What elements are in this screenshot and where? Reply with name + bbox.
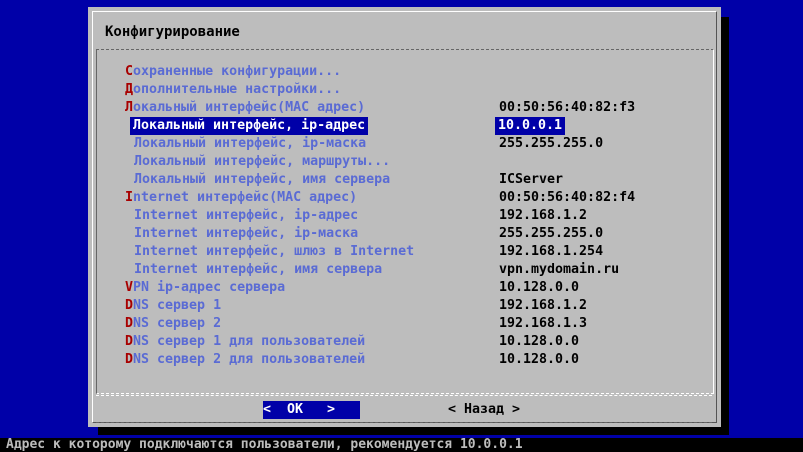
menu-item-text: Локальный интерфейс, ip-адрес [133, 118, 366, 133]
menu-item[interactable]: Internet интерфейс, имя сервера vpn.mydom… [125, 261, 695, 279]
menu-item-label: Локальный интерфейс, имя сервера [134, 171, 390, 189]
menu-item-text: PN ip-адрес сервера [133, 280, 286, 295]
menu-item-text: Internet интерфейс, ip-маска [134, 226, 359, 241]
menu-item-label: DNS сервер 1 для пользователей [125, 333, 365, 351]
menu-item-label: Дополнительные настройки... [125, 81, 341, 99]
menu-item-label: Сохраненные конфигурации... [125, 63, 341, 81]
menu-item-text: NS сервер 2 [133, 316, 222, 331]
menu-item-value: 10.128.0.0 [499, 280, 580, 295]
menu-item-text: Локальный интерфейс, имя сервера [134, 172, 391, 187]
menu-item-text: Internet интерфейс, ip-адрес [134, 208, 359, 223]
menu-item[interactable]: Дополнительные настройки... [125, 81, 695, 99]
menu-item-hotkey: D [125, 316, 134, 331]
menu-item-label: Internet интерфейс, имя сервера [134, 261, 382, 279]
back-button[interactable]: < Назад > [448, 401, 520, 419]
menu-item-text: NS сервер 1 [133, 298, 222, 313]
menu-item-label: DNS сервер 2 [125, 315, 221, 333]
dialog-title: Конфигурирование [105, 24, 240, 40]
menu-item-hotkey: D [125, 298, 134, 313]
menu-item-text: nternet интерфейс(MAC адрес) [133, 190, 358, 205]
menu-item-label: Internet интерфейс, ip-маска [134, 225, 358, 243]
menu-item-hotkey: С [125, 64, 134, 79]
menu-item-hotkey: I [125, 190, 134, 205]
menu-item[interactable]: Локальный интерфейс, имя сервера ICServer [125, 171, 695, 189]
status-bar: Адрес к которому подключаются пользовате… [0, 438, 803, 452]
menu-item-value: 255.255.255.0 [499, 136, 604, 151]
menu-item-text: ополнительные настройки... [133, 82, 342, 97]
menu-item-value: 192.168.1.3 [499, 316, 588, 331]
button-bar [96, 395, 712, 423]
menu-item-value: 192.168.1.2 [499, 208, 588, 223]
menu-item-label: DNS сервер 1 [125, 297, 221, 315]
menu-item-value: 10.0.0.1 [495, 117, 566, 135]
menu-item-label: Internet интерфейс, ip-адрес [134, 207, 358, 225]
menu-item-value: 192.168.1.254 [499, 244, 604, 259]
menu-item-text: Internet интерфейс, имя сервера [134, 262, 383, 277]
menu-item-label: Локальный интерфейс(MAC адрес) [125, 99, 365, 117]
menu-item-text: Локальный интерфейс, ip-маска [134, 136, 367, 151]
menu-item[interactable]: Internet интерфейс, шлюз в Internet 192.1… [125, 243, 695, 261]
config-dialog: Конфигурирование Сохраненные конфигураци… [88, 7, 721, 427]
menu-item-label: Internet интерфейс, шлюз в Internet [134, 243, 414, 261]
menu-item[interactable]: DNS сервер 1 для пользователей 10.128.0.0 [125, 333, 695, 351]
menu-item-value: 192.168.1.2 [499, 298, 588, 313]
menu-list: Сохраненные конфигурации... Дополнительны… [125, 63, 695, 369]
menu-item-label: VPN ip-адрес сервера [125, 279, 285, 297]
menu-item-value: 00:50:56:40:82:f4 [499, 190, 636, 205]
menu-item-label: Internet интерфейс(MAC адрес) [125, 189, 357, 207]
menu-item-hotkey: D [125, 352, 134, 367]
menu-item-label: Локальный интерфейс, ip-маска [134, 135, 366, 153]
menu-item[interactable]: Локальный интерфейс(MAC адрес) 00:50:56:4… [125, 99, 695, 117]
menu-item-text: окальный интерфейс(MAC адрес) [133, 100, 366, 115]
menu-item-label: DNS сервер 2 для пользователей [125, 351, 365, 369]
dialog-shadow-right [721, 17, 729, 435]
menu-item-value: ICServer [499, 172, 564, 187]
menu-item-hotkey: Л [125, 100, 134, 115]
menu-item-text: Локальный интерфейс, маршруты... [134, 154, 391, 169]
menu-item[interactable]: Internet интерфейс(MAC адрес) 00:50:56:40… [125, 189, 695, 207]
menu-item[interactable]: Локальный интерфейс, ip-маска 255.255.255… [125, 135, 695, 153]
menu-item-value: 00:50:56:40:82:f3 [499, 100, 636, 115]
menu-item-text: NS сервер 2 для пользователей [133, 352, 366, 367]
menu-item[interactable]: Internet интерфейс, ip-адрес 192.168.1.2 [125, 207, 695, 225]
menu-item[interactable]: VPN ip-адрес сервера 10.128.0.0 [125, 279, 695, 297]
menu-item-value: vpn.mydomain.ru [499, 262, 620, 277]
menu-item[interactable]: DNS сервер 2 для пользователей 10.128.0.0 [125, 351, 695, 369]
menu-item-hotkey: Д [125, 82, 134, 97]
menu-item-hotkey: V [125, 280, 134, 295]
ok-button[interactable]: < OK > [263, 401, 360, 419]
menu-item[interactable]: Internet интерфейс, ip-маска 255.255.255.… [125, 225, 695, 243]
menu-item[interactable]: DNS сервер 1 192.168.1.2 [125, 297, 695, 315]
menu-item-text: Internet интерфейс, шлюз в Internet [134, 244, 415, 259]
menu-item-hotkey: D [125, 334, 134, 349]
menu-item[interactable]: Локальный интерфейс, маршруты... [125, 153, 695, 171]
menu-item-label: Локальный интерфейс, ip-адрес [130, 117, 369, 135]
menu-item-value: 10.128.0.0 [499, 352, 580, 367]
menu-item-text: охраненные конфигурации... [133, 64, 342, 79]
menu-item-value: 255.255.255.0 [499, 226, 604, 241]
menu-item[interactable]: Локальный интерфейс, ip-адрес 10.0.0.1 [125, 117, 695, 135]
menu-item[interactable]: Сохраненные конфигурации... [125, 63, 695, 81]
menu-item[interactable]: DNS сервер 2 192.168.1.3 [125, 315, 695, 333]
menu-item-label: Локальный интерфейс, маршруты... [134, 153, 390, 171]
menu-item-text: NS сервер 1 для пользователей [133, 334, 366, 349]
dialog-shadow-bottom [98, 427, 729, 435]
menu-item-value: 10.128.0.0 [499, 334, 580, 349]
